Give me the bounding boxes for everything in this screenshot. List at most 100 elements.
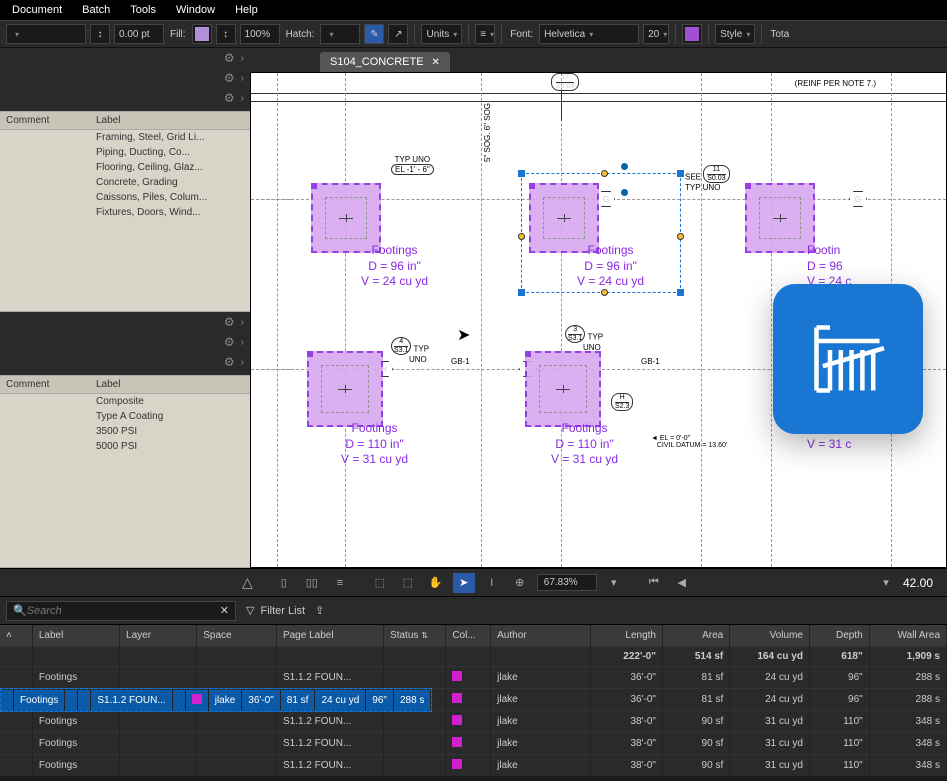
text-color-swatch[interactable] — [682, 24, 702, 44]
menu-batch[interactable]: Batch — [82, 4, 110, 16]
gear-icon[interactable]: ⚙ — [224, 91, 235, 105]
footing-markup[interactable] — [307, 351, 383, 427]
arrow-up-down-icon[interactable]: ↕ — [90, 24, 110, 44]
column-header[interactable]: Length — [590, 625, 662, 647]
gear-icon[interactable]: ⚙ — [224, 355, 235, 369]
search-input[interactable]: 🔍 ✕ — [6, 601, 236, 621]
close-icon[interactable]: ✕ — [432, 57, 440, 68]
hatch-label: Hatch: — [286, 29, 315, 40]
fill-color-swatch[interactable] — [192, 24, 212, 44]
units-dropdown[interactable]: Units — [421, 24, 462, 44]
export-icon[interactable]: ⇪ — [315, 604, 324, 617]
chevron-up-icon[interactable]: ˄ — [6, 630, 12, 641]
tab-document[interactable]: S104_CONCRETE ✕ — [320, 52, 450, 72]
chevron-right-icon[interactable]: › — [241, 73, 244, 84]
chevron-right-icon[interactable]: › — [241, 317, 244, 328]
dropdown-icon[interactable]: ▾ — [875, 573, 897, 593]
pan-icon[interactable]: ✋ — [425, 573, 447, 593]
gear-icon[interactable]: ⚙ — [224, 71, 235, 85]
font-dropdown[interactable]: Helvetica — [539, 24, 639, 44]
totals-row: 222'-0"514 sf164 cu yd618"1,909 s — [0, 647, 947, 667]
menu-bar: Document Batch Tools Window Help — [0, 0, 947, 20]
column-header[interactable]: Label — [32, 625, 119, 647]
zoom-icon[interactable]: ⊕ — [509, 573, 531, 593]
gear-icon[interactable]: ⚙ — [224, 51, 235, 65]
menu-tools[interactable]: Tools — [130, 4, 156, 16]
chevron-right-icon[interactable]: › — [241, 93, 244, 104]
chevron-right-icon[interactable]: › — [241, 357, 244, 368]
style-dropdown[interactable] — [6, 24, 86, 44]
single-page-icon[interactable]: ▯ — [273, 573, 295, 593]
list-item[interactable]: Framing, Steel, Grid Li... — [0, 130, 250, 145]
search-field[interactable] — [27, 605, 220, 617]
first-page-icon[interactable]: ⏮ — [643, 573, 665, 593]
reinf-note: (REINF PER NOTE 7.) — [795, 79, 876, 88]
list-item[interactable]: 5000 PSI — [0, 439, 250, 454]
list-item[interactable]: Type A Coating — [0, 409, 250, 424]
table-row[interactable]: FootingsS1.1.2 FOUN...jlake38'-0"90 sf31… — [0, 733, 947, 755]
filter-button[interactable]: ▽ Filter List — [246, 604, 305, 617]
select-icon[interactable]: ➤ — [453, 573, 475, 593]
menu-help[interactable]: Help — [235, 4, 258, 16]
column-header[interactable]: Layer — [120, 625, 197, 647]
rotate-handle[interactable] — [621, 163, 628, 170]
chevron-right-icon[interactable]: › — [241, 337, 244, 348]
align-dropdown[interactable]: ≡ — [475, 24, 495, 44]
arc-icon[interactable]: ↗ — [388, 24, 408, 44]
table-row[interactable]: FootingsS1.1.2 FOUN...jlake38'-0"90 sf31… — [0, 755, 947, 777]
table-row[interactable]: FootingsS1.1.2 FOUN...jlake38'-0"90 sf31… — [0, 711, 947, 733]
list-item[interactable]: Piping, Ducting, Co... — [0, 145, 250, 160]
menu-document[interactable]: Document — [12, 4, 62, 16]
zoom-dropdown-icon[interactable]: ▾ — [603, 573, 625, 593]
two-page-icon[interactable]: ▯▯ — [301, 573, 323, 593]
list-item[interactable]: Concrete, Grading — [0, 175, 250, 190]
column-header[interactable]: Page Label — [276, 625, 383, 647]
footing-markup[interactable] — [745, 183, 815, 253]
table-row[interactable]: FootingsS1.1.2 FOUN...jlake36'-0"81 sf24… — [0, 667, 947, 689]
total-label: Tota — [770, 29, 789, 40]
zoom-field[interactable]: 67.83% — [537, 574, 597, 591]
list-item[interactable]: Caissons, Piles, Colum... — [0, 190, 250, 205]
menu-window[interactable]: Window — [176, 4, 215, 16]
prev-page-icon[interactable]: ◀ — [671, 573, 693, 593]
text-select-icon[interactable]: I — [481, 573, 503, 593]
hatch-dropdown[interactable] — [320, 24, 360, 44]
font-label: Font: — [510, 29, 533, 40]
column-header[interactable]: ˄ — [0, 625, 32, 647]
triangle-icon[interactable]: △ — [242, 574, 253, 591]
opacity-updown-icon[interactable]: ↕ — [216, 24, 236, 44]
continuous-icon[interactable]: ≡ — [329, 573, 351, 593]
tab-label: S104_CONCRETE — [330, 56, 424, 68]
list-item[interactable]: Fixtures, Doors, Wind... — [0, 205, 250, 220]
column-header[interactable]: Wall Area — [869, 625, 946, 647]
list-item[interactable]: 3500 PSI — [0, 424, 250, 439]
column-header[interactable]: Status ⇅ — [384, 625, 446, 647]
rotate-handle[interactable] — [621, 189, 628, 196]
chevron-right-icon[interactable]: › — [241, 53, 244, 64]
table-row[interactable]: FootingsS1.1.2 FOUN...jlake36'-0"81 sf24… — [0, 688, 432, 712]
gear-icon[interactable]: ⚙ — [224, 315, 235, 329]
column-header[interactable]: Space — [197, 625, 277, 647]
column-header[interactable]: Col... — [446, 625, 491, 647]
list-item[interactable]: Composite — [0, 394, 250, 409]
column-header[interactable]: Volume — [730, 625, 810, 647]
style-menu-dropdown[interactable]: Style — [715, 24, 755, 44]
view-toolbar: △ ▯ ▯▯ ≡ ⬚ ⬚ ✋ ➤ I ⊕ 67.83% ▾ ⏮ ◀ ▾ 42.0… — [0, 568, 947, 596]
font-size-dropdown[interactable]: 20 — [643, 24, 669, 44]
opacity-field[interactable]: 100% — [240, 24, 280, 44]
footing-markup[interactable] — [525, 351, 601, 427]
markup-table: ˄ LabelLayerSpacePage LabelStatus ⇅Col...… — [0, 625, 947, 776]
column-header[interactable]: Depth — [809, 625, 869, 647]
fit-page-icon[interactable]: ⬚ — [397, 573, 419, 593]
gear-icon[interactable]: ⚙ — [224, 335, 235, 349]
highlighter-icon[interactable]: ✎ — [364, 24, 384, 44]
column-header[interactable]: Author — [491, 625, 591, 647]
fit-width-icon[interactable]: ⬚ — [369, 573, 391, 593]
stroke-size-field[interactable]: 0.00 pt — [114, 24, 164, 44]
takeoff-icon — [803, 314, 893, 404]
list-item[interactable]: Flooring, Ceiling, Glaz... — [0, 160, 250, 175]
document-tabs: S104_CONCRETE ✕ — [250, 48, 947, 72]
clear-icon[interactable]: ✕ — [220, 604, 229, 617]
fill-label: Fill: — [170, 29, 186, 40]
column-header[interactable]: Area — [662, 625, 729, 647]
